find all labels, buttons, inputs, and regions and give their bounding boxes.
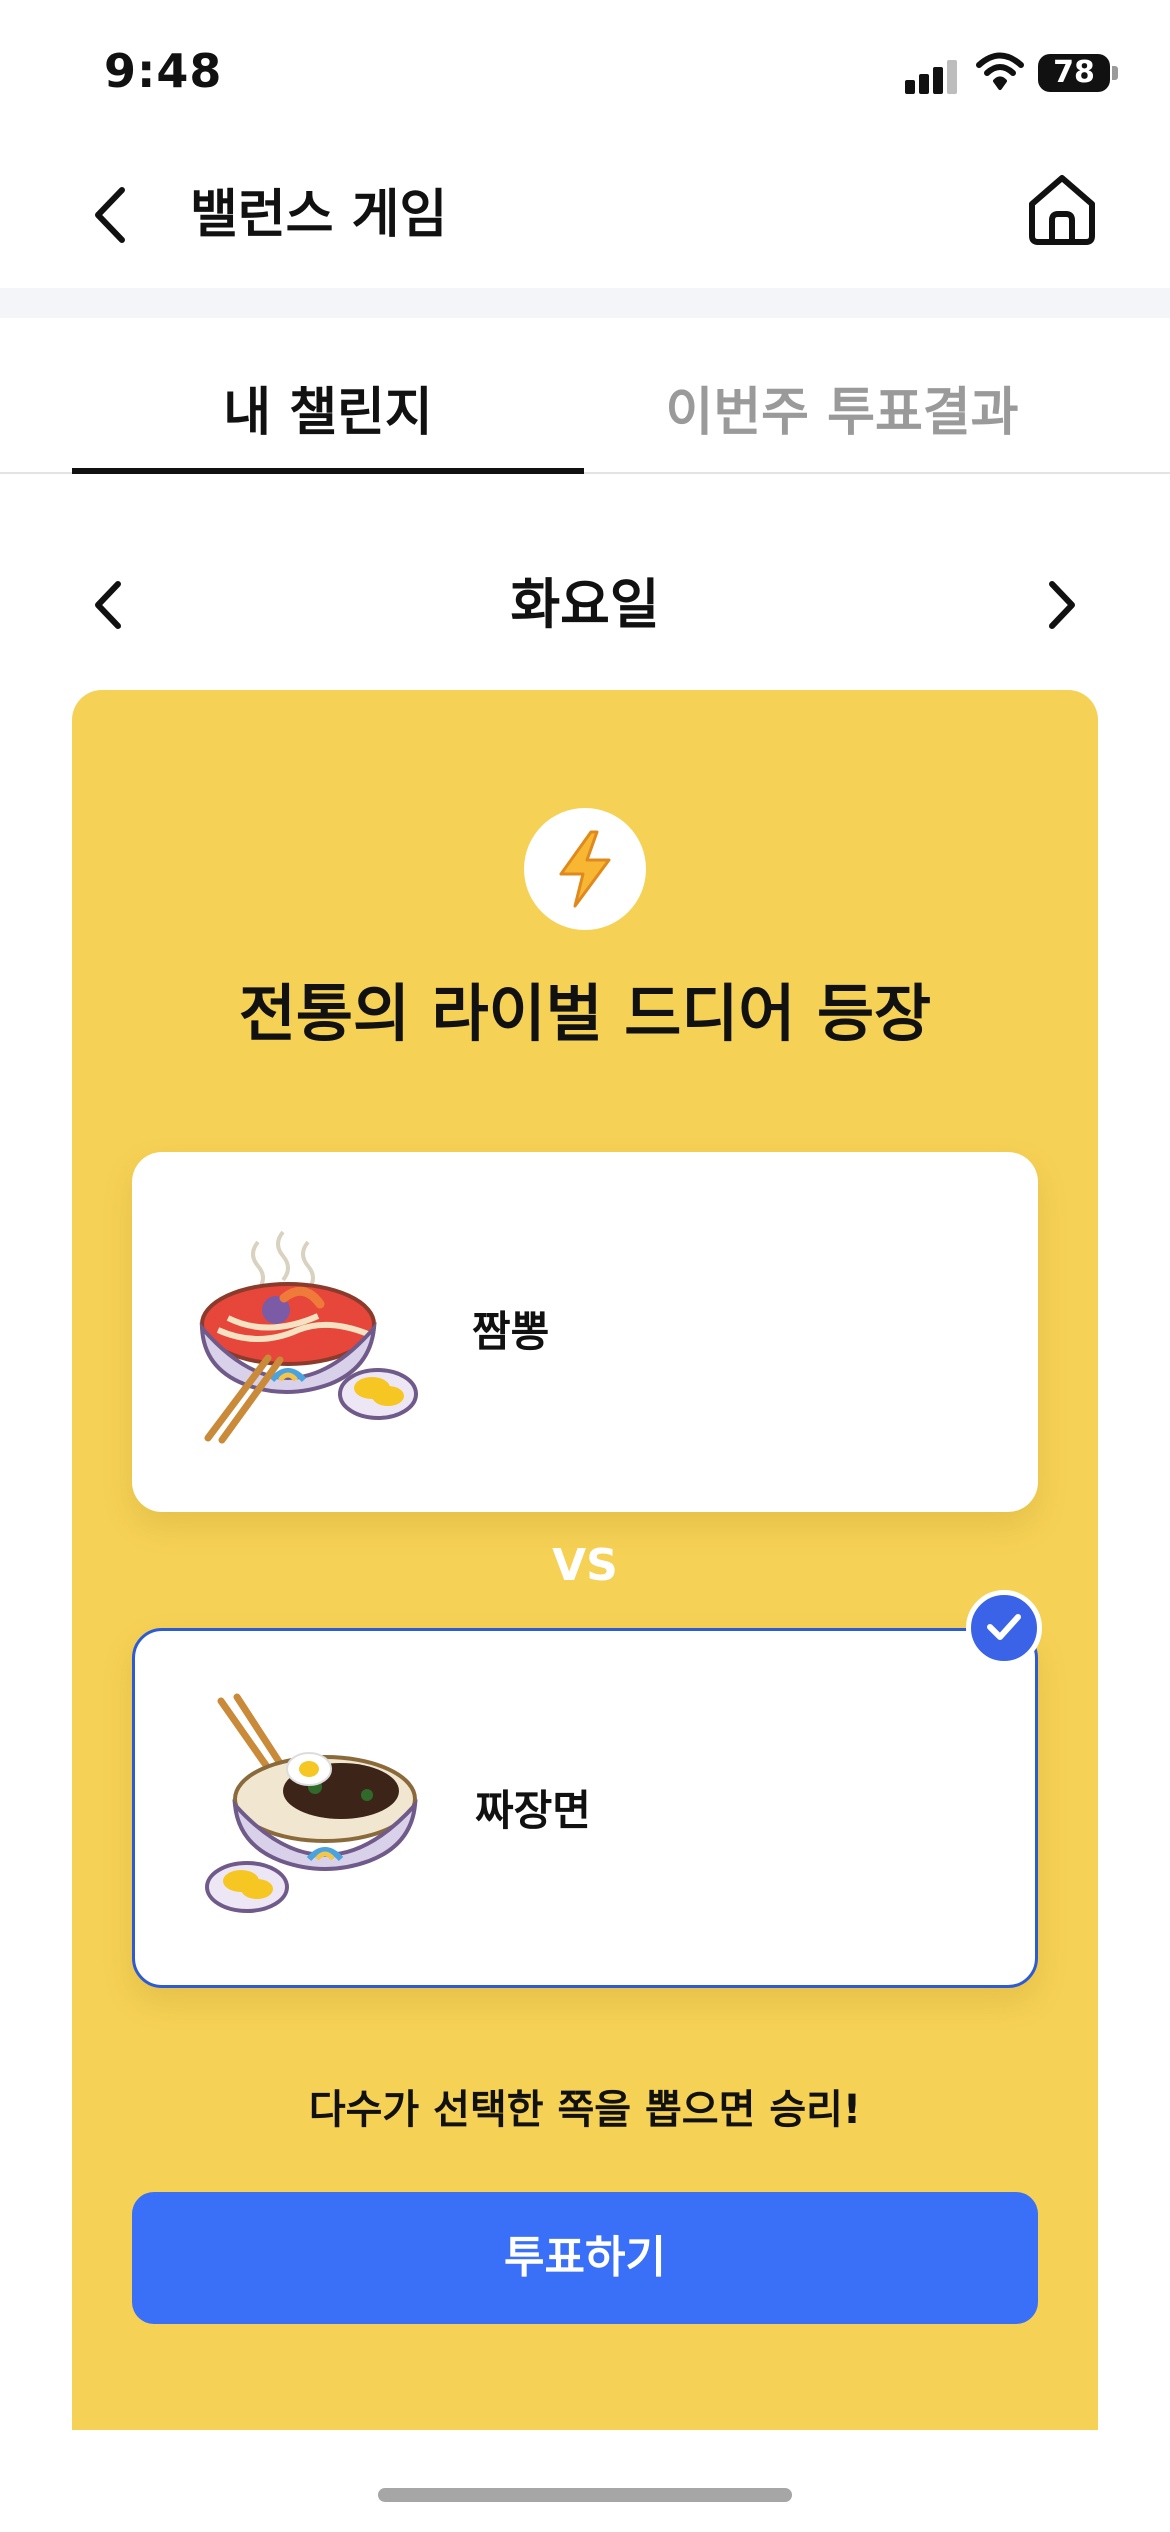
win-hint-text: 다수가 선택한 쪽을 뽑으면 승리!	[308, 2087, 862, 2133]
status-time: 9:48	[104, 44, 223, 98]
page-title: 밸런스 게임	[190, 185, 448, 245]
lightning-badge	[524, 808, 646, 930]
jjamppong-bowl-illustration	[199, 1230, 418, 1444]
option-label: 짜장면	[475, 1786, 591, 1835]
active-tab-indicator	[72, 468, 584, 474]
tab-my-challenge[interactable]: 내 챌린지	[72, 318, 584, 474]
cellular-signal-icon	[905, 58, 959, 94]
battery-indicator: 78	[1038, 54, 1110, 92]
option-label: 짬뽕	[472, 1307, 550, 1356]
home-icon[interactable]	[1022, 170, 1102, 250]
checkmark-icon	[987, 1614, 1021, 1640]
selected-check-badge	[966, 1590, 1042, 1666]
jjajangmyeon-bowl-illustration	[205, 1693, 418, 1913]
vote-button[interactable]: 투표하기	[132, 2192, 1038, 2324]
option-card-jjajangmyeon[interactable]: 짜장면	[132, 1628, 1038, 1988]
next-day-chevron-icon[interactable]	[1036, 572, 1086, 638]
vs-label: VS	[552, 1540, 618, 1591]
home-indicator	[378, 2488, 792, 2502]
option-card-jjamppong[interactable]: 짬뽕	[132, 1152, 1038, 1512]
app-header: 밸런스 게임	[0, 140, 1170, 288]
tab-weekly-results[interactable]: 이번주 투표결과	[586, 318, 1098, 474]
wifi-icon	[976, 52, 1024, 90]
status-bar: 9:48 78	[0, 0, 1170, 140]
question-title: 전통의 라이벌 드디어 등장	[238, 977, 932, 1050]
tab-bar: 내 챌린지 이번주 투표결과	[0, 318, 1170, 474]
lightning-bolt-icon	[559, 830, 611, 908]
chevron-left-icon[interactable]	[82, 180, 138, 250]
day-label: 화요일	[510, 573, 660, 636]
section-divider	[0, 288, 1170, 318]
balance-game-card: 전통의 라이벌 드디어 등장 짬뽕 VS 짜장면 다수가 선택한 쪽을 뽑으면 …	[72, 690, 1098, 2430]
battery-nub	[1112, 66, 1118, 80]
day-navigator: 화요일	[0, 560, 1170, 650]
